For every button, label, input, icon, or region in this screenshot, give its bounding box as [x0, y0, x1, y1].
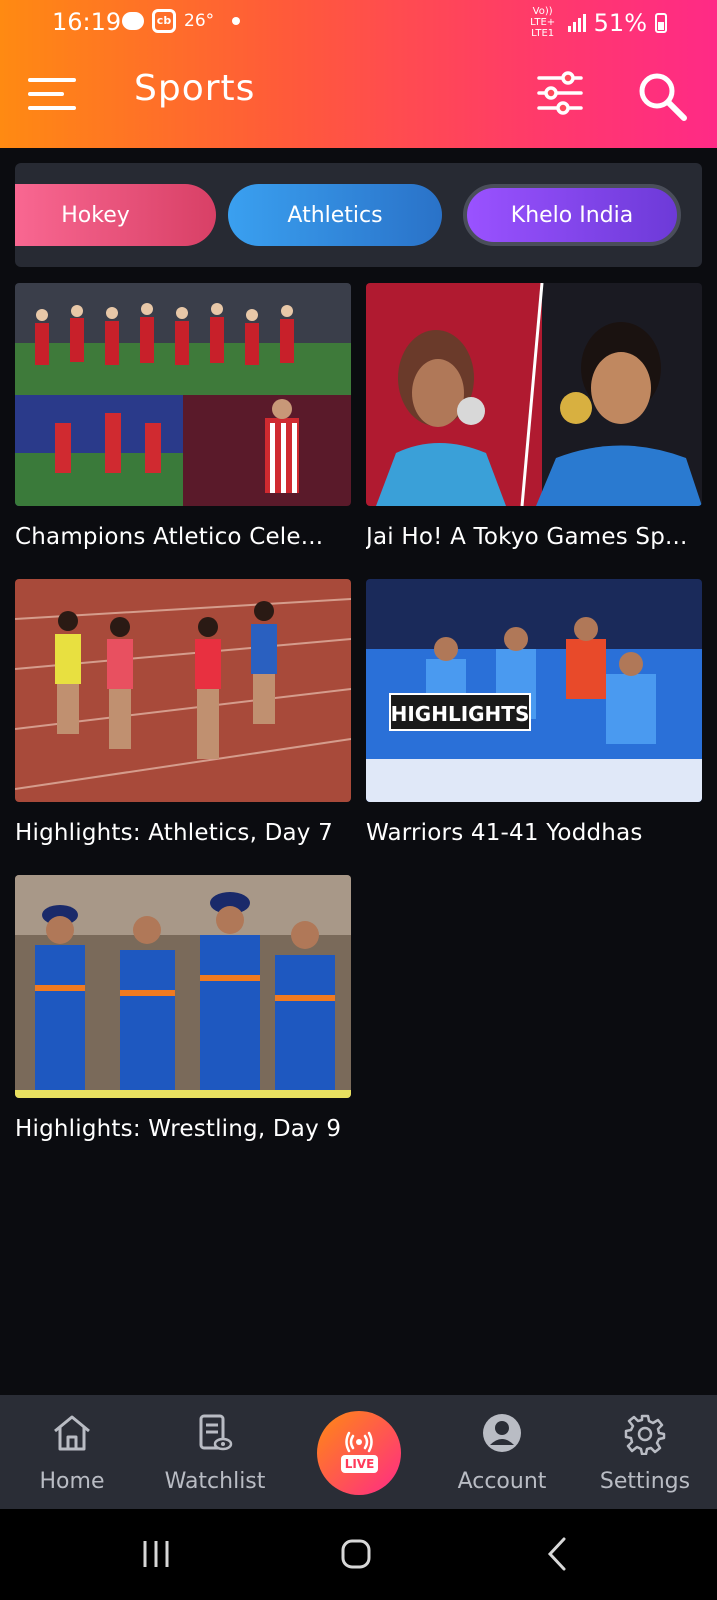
recent-apps-icon[interactable]: [126, 1531, 186, 1577]
nav-home[interactable]: Home: [2, 1395, 142, 1509]
battery-percent: 51%: [593, 8, 647, 37]
live-button[interactable]: LIVE: [317, 1411, 401, 1495]
video-card-wrestling[interactable]: Highlights: Wrestling, Day 9: [15, 875, 351, 1142]
video-card-athletics[interactable]: Highlights: Athletics, Day 7: [15, 579, 351, 846]
hamburger-menu-icon[interactable]: [28, 76, 78, 112]
nav-watchlist-label: Watchlist: [164, 1469, 266, 1494]
video-card-warriors[interactable]: HIGHLIGHTS Warriors 41-41 Yoddhas: [366, 579, 702, 846]
category-chips[interactable]: Hokey Athletics Khelo India: [15, 163, 702, 267]
status-time: 16:19: [52, 8, 122, 36]
nav-watchlist[interactable]: Watchlist: [145, 1395, 285, 1509]
video-thumbnail: [15, 875, 351, 1098]
video-title: Highlights: Athletics, Day 7: [15, 820, 333, 846]
search-icon[interactable]: [636, 70, 690, 124]
chip-khelo-india[interactable]: Khelo India: [463, 184, 681, 246]
nav-settings-label: Settings: [599, 1469, 691, 1494]
chip-hokey[interactable]: Hokey: [15, 184, 216, 246]
status-system-icons: Vo)) LTE+ LTE1 51%: [526, 6, 667, 39]
battery-icon: [655, 12, 667, 33]
nav-account-label: Account: [457, 1469, 547, 1494]
system-navigation-bar: [0, 1509, 717, 1600]
video-thumbnail: [366, 283, 702, 506]
signal-icon: [567, 13, 586, 32]
video-title: Jai Ho! A Tokyo Games Sp...: [366, 524, 688, 550]
live-label: LIVE: [341, 1455, 378, 1473]
video-title: Highlights: Wrestling, Day 9: [15, 1116, 342, 1142]
chip-athletics[interactable]: Athletics: [228, 184, 442, 246]
video-card-tokyo[interactable]: Jai Ho! A Tokyo Games Sp...: [366, 283, 702, 550]
page-title: Sports: [134, 68, 256, 109]
home-system-icon[interactable]: [326, 1531, 386, 1577]
dot-icon: [232, 17, 241, 25]
chat-bubble-icon: [122, 12, 144, 30]
nav-home-label: Home: [39, 1469, 105, 1494]
status-temperature: 26°: [184, 11, 215, 31]
app-header: 16:19 cb 26° Vo)) LTE+ LTE1 51% Sports: [0, 0, 717, 148]
video-thumbnail: [15, 283, 351, 506]
home-icon: [54, 1415, 90, 1451]
video-thumbnail: [15, 579, 351, 802]
sliders-filter-icon[interactable]: [536, 70, 584, 116]
cb-app-icon: cb: [152, 9, 176, 33]
network-label: Vo)) LTE+ LTE1: [530, 6, 556, 39]
account-icon: [483, 1414, 521, 1452]
nav-settings[interactable]: Settings: [575, 1395, 715, 1509]
video-card-atletico[interactable]: Champions Atletico Cele...: [15, 283, 351, 550]
status-notification-icons: cb 26°: [122, 9, 241, 33]
video-thumbnail: HIGHLIGHTS: [366, 579, 702, 802]
watchlist-icon: [199, 1414, 233, 1451]
nav-account[interactable]: Account: [432, 1395, 572, 1509]
status-bar: 16:19 cb 26° Vo)) LTE+ LTE1 51%: [0, 0, 717, 44]
video-title: Champions Atletico Cele...: [15, 524, 324, 550]
broadcast-icon: [345, 1431, 373, 1453]
thumbnail-highlights-label: HIGHLIGHTS: [391, 702, 530, 726]
back-icon[interactable]: [528, 1531, 588, 1577]
gear-icon: [624, 1414, 666, 1455]
video-title: Warriors 41-41 Yoddhas: [366, 820, 643, 846]
